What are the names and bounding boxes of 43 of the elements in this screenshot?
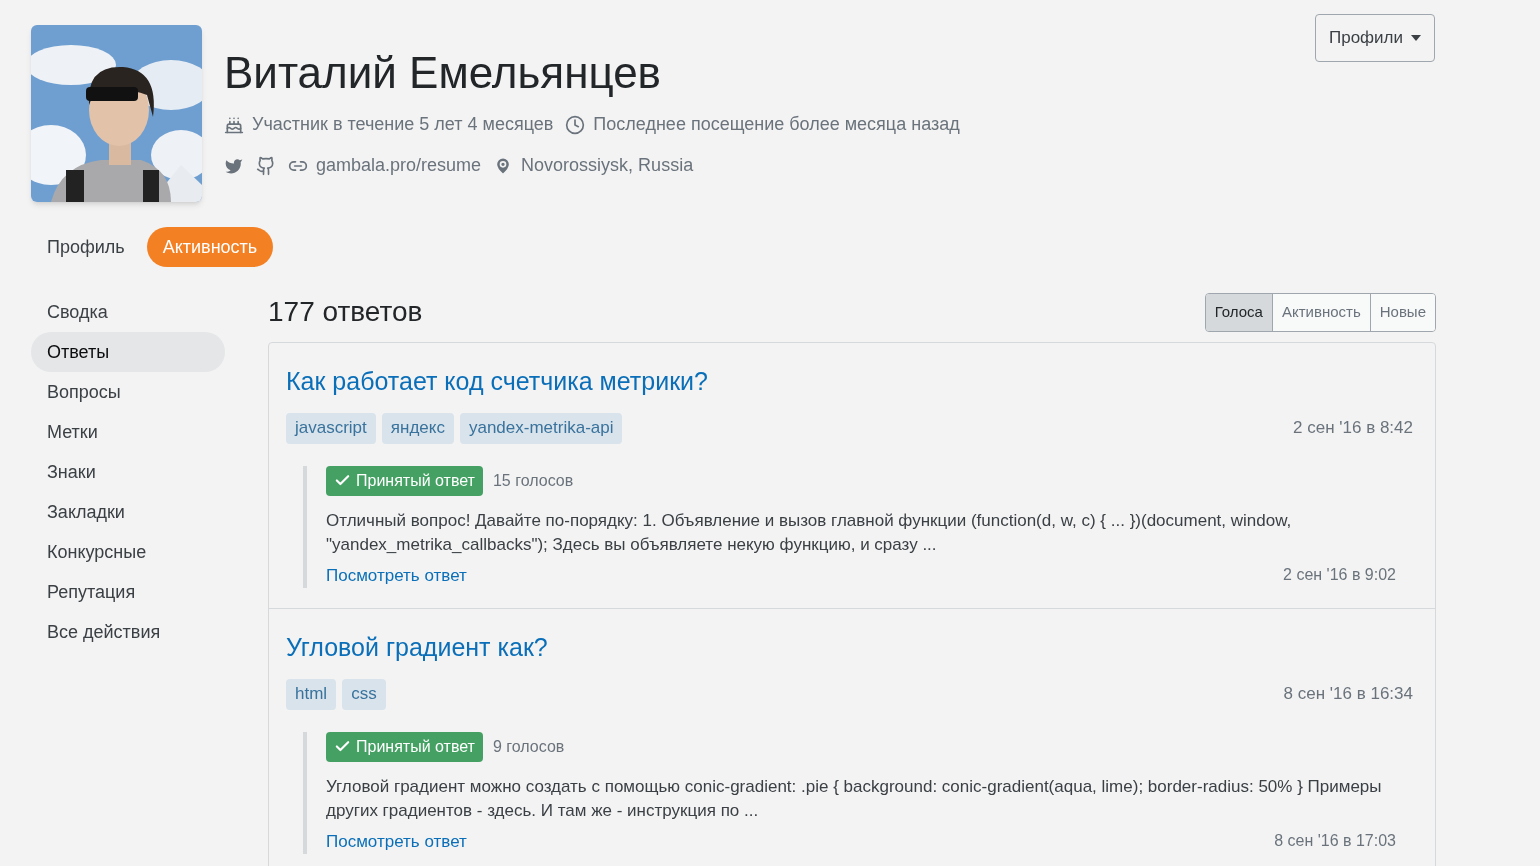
profiles-dropdown[interactable]: Профили [1314, 14, 1435, 62]
answer-excerpt: Отличный вопрос! Давайте по-порядку: 1. Объявление и вызов главной функции (function(d, w, c) { ... })(document, window, "yandex_metrika_callbacks"); Здесь вы объявляете некую функцию, и сразу ... [326, 509, 1293, 556]
sidebar-item[interactable]: Сводка [31, 292, 225, 332]
sidebar-item[interactable]: Репутация [31, 572, 225, 612]
clock-icon [565, 114, 586, 135]
website-link[interactable]: gambala.pro/resume [316, 152, 482, 179]
vote-count: 9 голосов [492, 736, 565, 757]
github-icon[interactable] [256, 155, 276, 176]
profile-tab[interactable]: Профиль [31, 227, 141, 267]
user-name: Виталий Емельянцев [224, 51, 662, 95]
location: Novorossiysk, Russia [521, 154, 694, 177]
profile-tab[interactable]: Активность [146, 227, 274, 267]
view-answer-link[interactable]: Посмотреть ответ [326, 562, 467, 588]
question-title[interactable]: Угловой градиент как? [286, 633, 548, 661]
sort-button[interactable]: Голоса [1205, 293, 1272, 331]
sidebar-item[interactable]: Все действия [31, 612, 225, 652]
sidebar-item[interactable]: Ответы [31, 332, 225, 372]
answer-excerpt: Угловой градиент можно создать с помощью conic-gradient: .pie { background: conic-gradient(aqua, lime); border-radius: 50% } Примеры других градиентов - здесь. И там же - инструкция по ... [326, 775, 1383, 822]
answered-date: 8 сен '16 в 17:03 [1274, 831, 1396, 852]
sort-button[interactable]: Активность [1271, 293, 1370, 331]
sidebar-item[interactable]: Знаки [31, 452, 225, 492]
question-title[interactable]: Как работает код счетчика метрики? [286, 367, 708, 395]
sidebar-item[interactable]: Конкурсные [31, 532, 225, 572]
last-seen: Последнее посещение более месяца назад [593, 113, 960, 136]
asked-date: 2 сен '16 в 8:42 [1293, 417, 1413, 440]
asked-date: 8 сен '16 в 16:34 [1283, 683, 1413, 706]
answers-heading: 177 ответов [268, 295, 423, 329]
sort-button[interactable]: Новые [1369, 293, 1435, 331]
tag[interactable]: css [342, 678, 386, 710]
tag[interactable]: html [286, 678, 337, 710]
sidebar-item[interactable]: Закладки [31, 492, 225, 532]
tag[interactable]: яндекс [381, 412, 454, 444]
tag[interactable]: yandex-metrika-api [459, 412, 623, 444]
answered-date: 2 сен '16 в 9:02 [1283, 565, 1396, 586]
sidebar-item[interactable]: Метки [31, 412, 225, 452]
sidebar-item[interactable]: Вопросы [31, 372, 225, 412]
accepted-badge: Принятый ответ [326, 465, 483, 496]
member-since: Участник в течение 5 лет 4 месяцев [252, 113, 554, 136]
accepted-badge: Принятый ответ [326, 731, 483, 762]
tag[interactable]: javascript [286, 412, 376, 444]
vote-count: 15 голосов [492, 470, 574, 491]
view-answer-link[interactable]: Посмотреть ответ [326, 828, 467, 854]
caret-icon [1411, 35, 1421, 41]
